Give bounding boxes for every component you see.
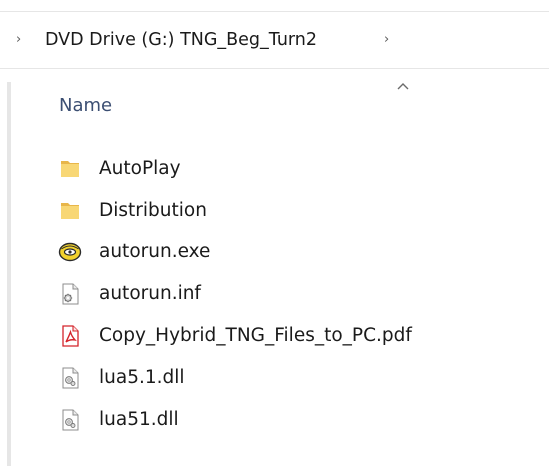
breadcrumb-expand-chevron-icon[interactable]: › [16,12,21,68]
file-row-autoplay[interactable]: AutoPlay [58,148,412,190]
file-row-autorun-exe[interactable]: autorun.exe [58,232,412,274]
file-explorer-window: › DVD Drive (G:) TNG_Beg_Turn2 › Name Au… [0,0,549,466]
breadcrumb-current-location[interactable]: DVD Drive (G:) TNG_Beg_Turn2 [45,12,317,68]
disc-exe-icon [58,243,82,262]
file-name: lua51.dll [99,408,179,430]
file-list: AutoPlay Distribution autorun.exe autoru… [58,148,412,441]
file-row-lua51-dll[interactable]: lua51.dll [58,399,412,441]
pdf-icon [62,325,79,347]
file-row-pdf[interactable]: Copy_Hybrid_TNG_Files_to_PC.pdf [58,315,412,357]
file-name: Distribution [99,199,207,221]
navigation-pane-edge [7,82,11,466]
address-bar[interactable]: › DVD Drive (G:) TNG_Beg_Turn2 › [0,11,549,69]
file-name: autorun.exe [99,241,211,263]
folder-icon [61,202,79,219]
dll-file-icon [62,409,79,431]
file-row-autorun-inf[interactable]: autorun.inf [58,273,412,315]
file-name: autorun.inf [99,283,201,305]
column-header-name[interactable]: Name [59,92,112,120]
folder-icon [61,160,79,177]
file-name: Copy_Hybrid_TNG_Files_to_PC.pdf [99,325,412,347]
settings-file-icon [62,283,79,305]
breadcrumb-next-chevron-icon[interactable]: › [384,12,389,68]
chevron-up-icon[interactable] [395,80,411,92]
file-name: lua5.1.dll [99,366,185,388]
file-row-lua5-1-dll[interactable]: lua5.1.dll [58,357,412,399]
dll-file-icon [62,367,79,389]
file-row-distribution[interactable]: Distribution [58,190,412,232]
file-name: AutoPlay [99,157,181,179]
